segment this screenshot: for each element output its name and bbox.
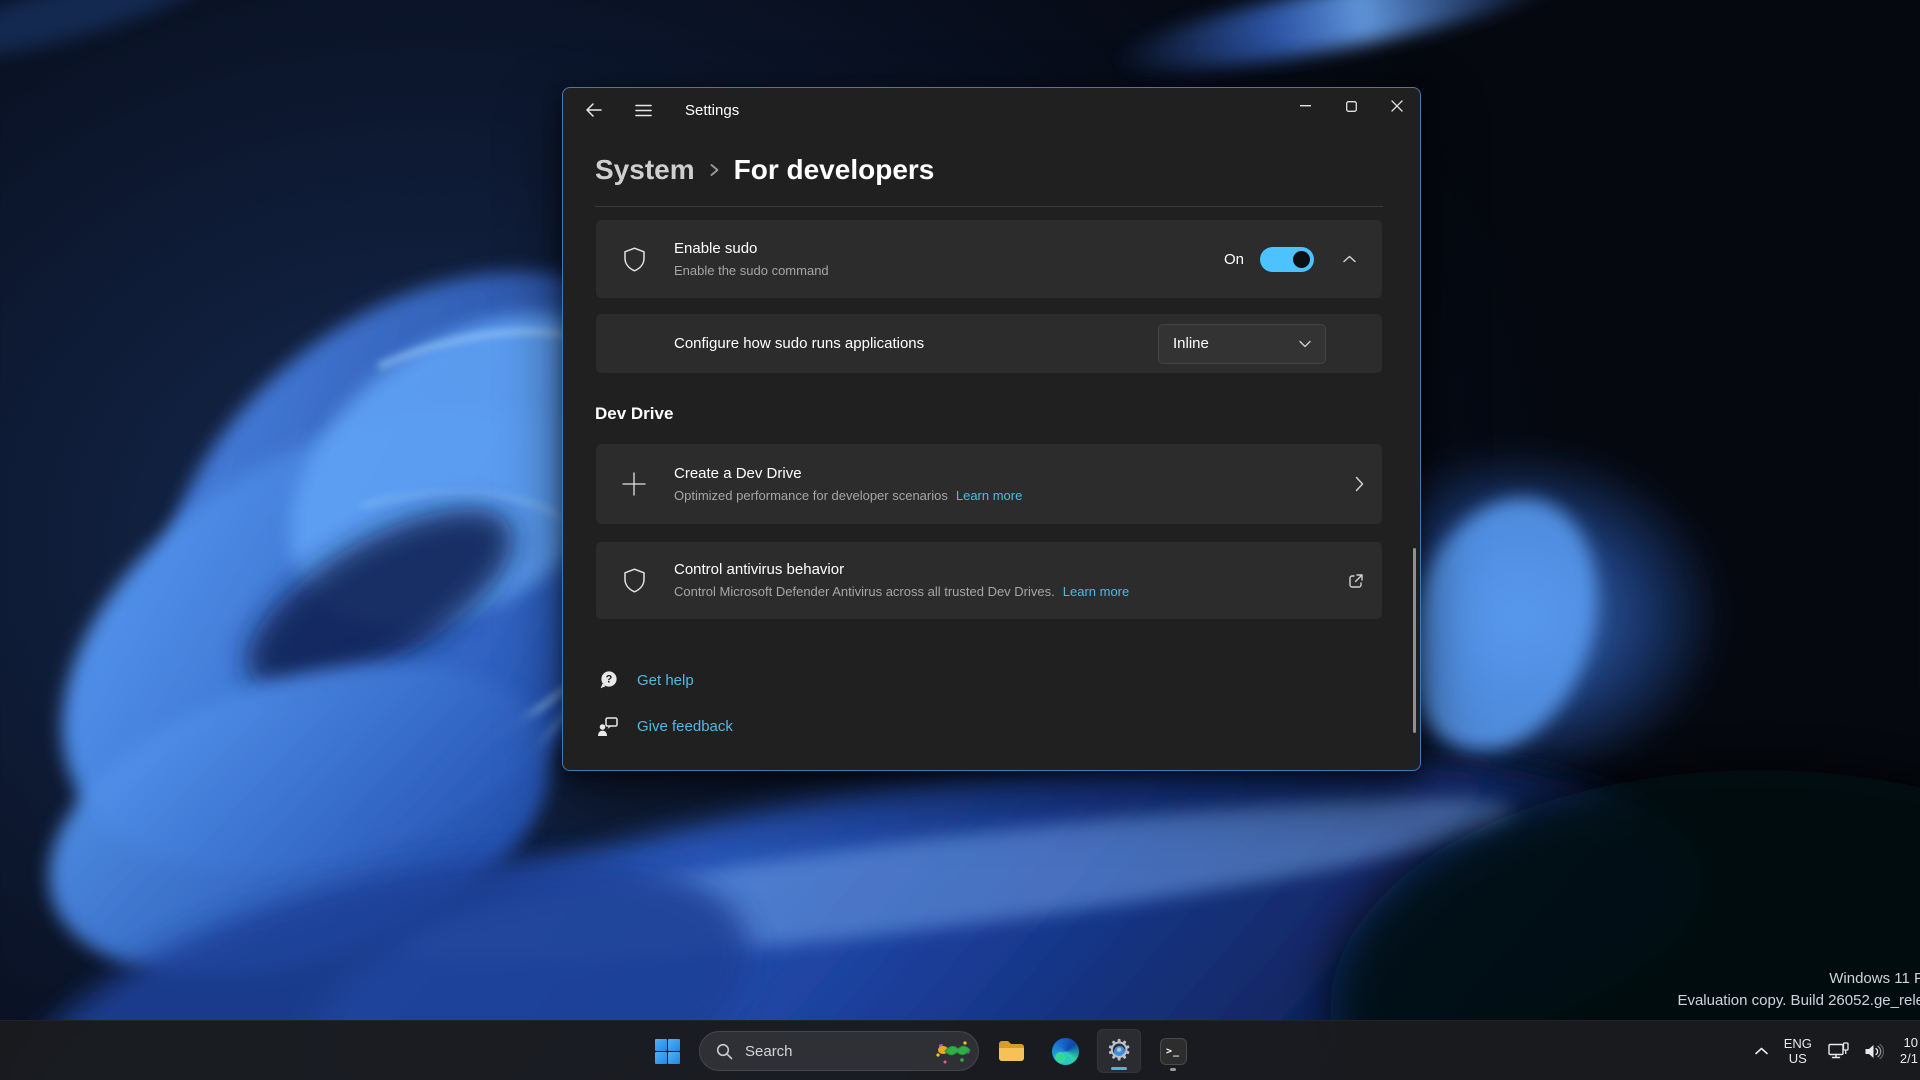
give-feedback-link[interactable]: Give feedback (595, 710, 1383, 742)
tray-chevron-button[interactable] (1748, 1029, 1775, 1073)
external-link-icon (1348, 573, 1364, 589)
edge-button[interactable] (1043, 1029, 1087, 1073)
create-dev-drive-card[interactable]: Create a Dev Drive Optimized performance… (595, 443, 1383, 525)
running-app-indicator (1170, 1068, 1176, 1071)
volume-button[interactable] (1857, 1029, 1891, 1073)
create-dev-drive-text: Create a Dev Drive Optimized performance… (674, 464, 1355, 505)
search-label: Search (745, 1043, 932, 1060)
start-button[interactable] (645, 1029, 689, 1073)
dropdown-selected-value: Inline (1173, 335, 1209, 352)
chevron-up-icon (1755, 1047, 1768, 1055)
dev-drive-section-header: Dev Drive (595, 403, 1383, 425)
language-indicator[interactable]: ENG US (1775, 1029, 1821, 1073)
language-line2: US (1784, 1051, 1812, 1066)
taskbar: Search (0, 1020, 1920, 1080)
get-help-label[interactable]: Get help (637, 672, 694, 689)
evaluation-watermark: Windows 11 P Evaluation copy. Build 2605… (1677, 968, 1920, 1012)
expander-collapse-button[interactable] (1334, 255, 1364, 263)
create-dev-drive-learn-more-link[interactable]: Learn more (956, 488, 1022, 503)
help-bubble-icon: ? (595, 670, 621, 691)
clock-time: 10 (1900, 1035, 1918, 1051)
minimize-icon (1300, 105, 1311, 107)
network-icon (1828, 1042, 1850, 1060)
clock-date: 2/1 (1900, 1051, 1918, 1067)
sudo-run-mode-dropdown[interactable]: Inline (1158, 324, 1326, 364)
feedback-person-icon (595, 716, 621, 737)
active-app-indicator (1111, 1067, 1127, 1070)
volume-icon (1864, 1043, 1884, 1060)
create-dev-drive-title: Create a Dev Drive (674, 464, 1355, 484)
search-icon (716, 1043, 733, 1060)
nav-menu-button[interactable] (625, 93, 661, 127)
give-feedback-label[interactable]: Give feedback (637, 718, 733, 735)
enable-sudo-title: Enable sudo (674, 239, 1224, 259)
chevron-right-icon (1355, 476, 1364, 492)
toggle-knob (1293, 251, 1310, 268)
control-antivirus-title: Control antivirus behavior (674, 560, 1348, 580)
page-content: System For developers Enable sudo Enable… (563, 154, 1420, 742)
control-antivirus-card[interactable]: Control antivirus behavior Control Micro… (595, 541, 1383, 620)
section-divider (595, 206, 1383, 207)
chevron-down-icon (1299, 340, 1311, 348)
scrollbar-thumb[interactable] (1413, 548, 1416, 733)
help-links: ? Get help Give feedback (595, 664, 1383, 742)
enable-sudo-controls: On (1224, 247, 1364, 272)
configure-sudo-label: Configure how sudo runs applications (674, 335, 1158, 352)
hamburger-icon (635, 104, 652, 117)
page-title: For developers (734, 154, 935, 186)
shield-icon (620, 568, 648, 593)
enable-sudo-text: Enable sudo Enable the sudo command (674, 239, 1224, 280)
control-antivirus-learn-more-link[interactable]: Learn more (1063, 584, 1129, 599)
edge-icon (1052, 1038, 1079, 1065)
enable-sudo-toggle[interactable] (1260, 247, 1314, 272)
chevron-up-icon (1343, 255, 1356, 263)
titlebar: Settings (563, 88, 1420, 132)
breadcrumb-system[interactable]: System (595, 154, 695, 186)
enable-sudo-subtitle: Enable the sudo command (674, 262, 1224, 280)
settings-window: Settings System For developers (562, 87, 1421, 771)
back-button[interactable] (575, 93, 611, 127)
breadcrumb-separator-icon (709, 161, 720, 179)
search-box[interactable]: Search (699, 1031, 979, 1071)
file-explorer-button[interactable] (989, 1029, 1033, 1073)
shield-icon (620, 247, 648, 272)
create-dev-drive-subtitle: Optimized performance for developer scen… (674, 487, 948, 505)
network-button[interactable] (1821, 1029, 1857, 1073)
clock[interactable]: 10 2/1 (1891, 1029, 1920, 1073)
configure-sudo-row: Configure how sudo runs applications Inl… (595, 313, 1383, 374)
gear-icon: ⚙ (1104, 1036, 1134, 1066)
control-antivirus-subtitle: Control Microsoft Defender Antivirus acr… (674, 583, 1055, 601)
minimize-button[interactable] (1282, 88, 1328, 124)
svg-text:?: ? (605, 673, 612, 685)
maximize-button[interactable] (1328, 88, 1374, 124)
watermark-line1: Windows 11 P (1677, 968, 1920, 990)
breadcrumb: System For developers (595, 154, 1383, 186)
watermark-line2: Evaluation copy. Build 26052.ge_rele (1677, 990, 1920, 1012)
windows-logo-icon (655, 1039, 680, 1064)
terminal-button[interactable]: >_ (1151, 1029, 1195, 1073)
caption-buttons (1282, 88, 1420, 124)
close-icon (1391, 100, 1403, 112)
window-title: Settings (685, 102, 739, 119)
toggle-state-label: On (1224, 251, 1244, 268)
control-antivirus-text: Control antivirus behavior Control Micro… (674, 560, 1348, 601)
system-tray: ENG US (1748, 1021, 1920, 1080)
language-line1: ENG (1784, 1036, 1812, 1051)
search-highlights-icon (932, 1035, 972, 1067)
back-arrow-icon (585, 103, 602, 117)
close-button[interactable] (1374, 88, 1420, 124)
get-help-link[interactable]: ? Get help (595, 664, 1383, 696)
taskbar-center: Search (645, 1021, 1195, 1080)
settings-button[interactable]: ⚙ (1097, 1029, 1141, 1073)
terminal-icon: >_ (1160, 1038, 1187, 1065)
enable-sudo-card[interactable]: Enable sudo Enable the sudo command On (595, 219, 1383, 299)
plus-icon (620, 472, 648, 496)
maximize-icon (1346, 101, 1357, 112)
folder-icon (998, 1040, 1025, 1062)
